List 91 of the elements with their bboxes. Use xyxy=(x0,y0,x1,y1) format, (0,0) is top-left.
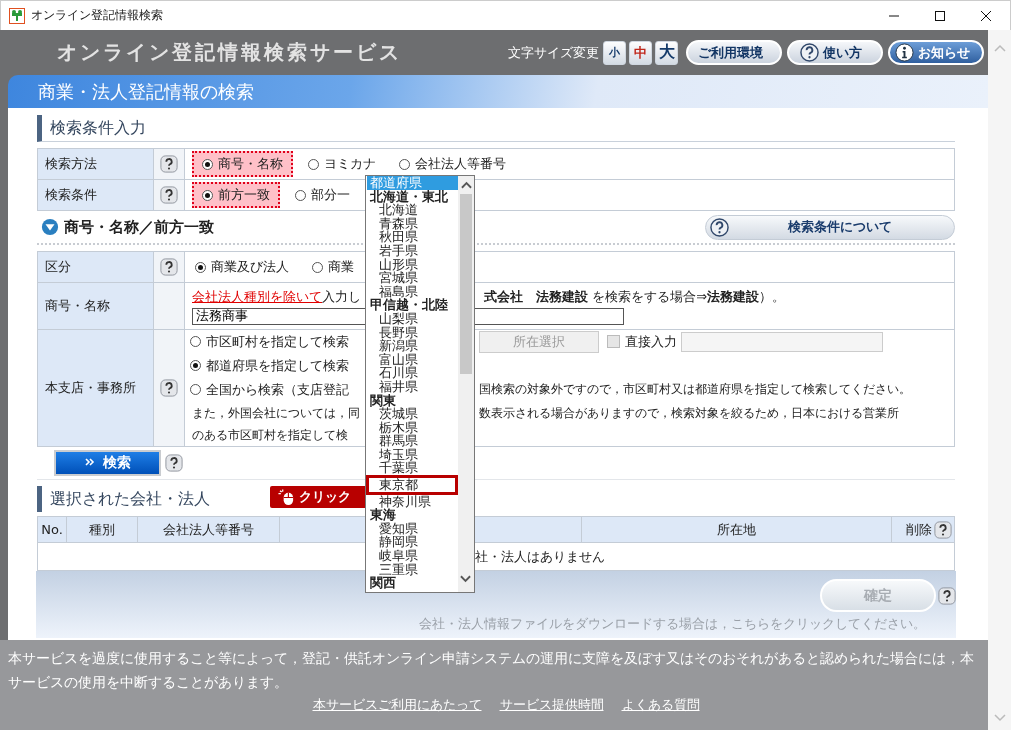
help-icon[interactable] xyxy=(165,454,183,472)
row-label: 区分 xyxy=(38,252,154,282)
radio-option[interactable]: 商業 xyxy=(309,256,362,278)
maximize-icon[interactable] xyxy=(934,9,946,22)
dropdown-option[interactable]: 静岡県 xyxy=(367,535,458,550)
dropdown-option[interactable]: 千葉県 xyxy=(367,461,458,476)
hint-link[interactable]: 会社法人種別を除いて xyxy=(192,287,322,306)
help-icon xyxy=(800,43,819,62)
dropdown-scrollbar[interactable] xyxy=(458,176,474,592)
page-title: 商業・法人登記情報の検索 xyxy=(38,79,254,104)
nav-button[interactable]: ご利用環境 xyxy=(686,40,782,65)
subsection-title: 商号・名称／前方一致 xyxy=(64,217,214,237)
radio-option[interactable]: 市区町村を指定して検索 xyxy=(187,330,357,353)
dropdown-option[interactable]: 神奈川県 xyxy=(367,494,458,509)
scrollbar-thumb[interactable] xyxy=(460,194,472,374)
dropdown-option[interactable]: 群馬県 xyxy=(367,434,458,448)
note-text: また，外国会社については，同 xyxy=(192,404,360,422)
dropdown-option[interactable]: 山形県 xyxy=(367,257,458,272)
font-size-button[interactable]: 中 xyxy=(629,40,652,65)
dropdown-option[interactable]: 北海道 xyxy=(367,203,458,217)
dropdown-option[interactable]: 長野県 xyxy=(367,325,458,340)
radio-option[interactable]: 会社法人等番号 xyxy=(396,153,514,175)
dropdown-option[interactable]: 福島県 xyxy=(367,284,458,299)
help-icon[interactable] xyxy=(160,379,178,397)
row-label: 商号・名称 xyxy=(38,283,154,329)
help-icon[interactable] xyxy=(160,258,178,276)
note-text: のある市区町村を指定して検 xyxy=(192,426,348,444)
row-label: 検索条件 xyxy=(38,180,154,210)
dropdown-group-label: 関東 xyxy=(369,393,396,408)
dropdown-option[interactable]: 山梨県 xyxy=(367,311,458,326)
help-icon[interactable] xyxy=(160,186,178,204)
dropdown-option[interactable]: 岐阜県 xyxy=(367,549,458,563)
column-header: 会社法人等番号 xyxy=(138,517,280,542)
empty-message: 社・法人はありません xyxy=(475,547,605,566)
hint-text: 式会社 法務建設 を検索をする場合⇒法務建設）。 xyxy=(484,287,786,306)
column-header: 種別 xyxy=(67,517,138,542)
row-label: 検索方法 xyxy=(38,149,154,179)
service-title: オンライン登記情報検索サービス xyxy=(57,39,402,66)
help-icon[interactable] xyxy=(938,586,956,605)
font-size-button[interactable]: 小 xyxy=(603,40,626,65)
window-title: オンライン登記情報検索 xyxy=(31,7,163,24)
row-label: 本支店・事務所 xyxy=(38,330,154,446)
dropdown-option[interactable]: 東京都 xyxy=(366,475,458,495)
help-icon[interactable] xyxy=(934,520,952,539)
dropdown-group-label: 北海道・東北 xyxy=(369,189,449,204)
dropdown-group-label: 東海 xyxy=(369,508,397,522)
dropdown-group-label: 関西 xyxy=(369,576,397,590)
column-header: 所在地 xyxy=(582,517,892,542)
radio-option[interactable]: ヨミカナ xyxy=(305,153,384,175)
dropdown-option[interactable]: 茨城県 xyxy=(367,407,458,421)
nav-button[interactable]: 使い方 xyxy=(787,40,883,65)
search-button[interactable]: 検索 xyxy=(54,450,161,476)
conditions-help-button[interactable]: 検索条件について xyxy=(705,214,955,240)
dropdown-option[interactable]: 石川県 xyxy=(367,366,458,380)
font-size-button[interactable]: 大 xyxy=(655,40,678,65)
help-icon xyxy=(710,217,729,237)
scroll-up-icon[interactable] xyxy=(460,181,472,189)
note-text: 数表示される場合がありますので，検索対象を絞るため，日本における営業所 xyxy=(479,404,899,422)
nav-button[interactable]: お知らせ xyxy=(888,40,984,65)
info-icon xyxy=(894,43,914,62)
hint-text: 入力し xyxy=(322,287,361,306)
section-heading: 検索条件入力 xyxy=(37,115,955,142)
radio-option[interactable]: 都道府県を指定して検索 xyxy=(187,354,357,377)
direct-input-field[interactable] xyxy=(681,331,883,352)
dropdown-option[interactable]: 愛知県 xyxy=(367,521,458,536)
dropdown-option[interactable]: 宮城県 xyxy=(367,271,458,285)
dropdown-option[interactable]: 岩手県 xyxy=(367,243,458,258)
dropdown-option[interactable]: 栃木県 xyxy=(367,420,458,435)
double-chevron-icon xyxy=(84,457,95,467)
column-header: No. xyxy=(38,517,67,542)
dropdown-option[interactable]: 福井県 xyxy=(367,379,458,394)
dropdown-option[interactable]: 秋田県 xyxy=(367,230,458,244)
close-icon[interactable] xyxy=(980,9,992,22)
app-icon xyxy=(9,7,25,24)
radio-option[interactable]: 部分一 xyxy=(292,184,358,206)
dropdown-option[interactable]: 新潟県 xyxy=(367,339,458,353)
note-text: 国検索の対象外ですので，市区町村又は都道府県を指定して検索してください。 xyxy=(479,381,911,399)
usage-notice: 本サービスを過度に使用すること等によって，登記・供託オンライン申請システムの運用に支障を及ぼす又はそのおそれがあると認められた場合には，本サービスの使用を中断することがあります。 xyxy=(8,649,975,692)
radio-option[interactable]: 全国から検索（支店登記 xyxy=(187,378,357,401)
dropdown-option[interactable]: 青森県 xyxy=(367,216,458,231)
radio-option[interactable]: 商号・名称 xyxy=(192,151,293,177)
dropdown-option[interactable]: 三重県 xyxy=(367,562,458,577)
font-size-label: 文字サイズ変更 xyxy=(508,43,599,62)
callout-label: クリック xyxy=(299,488,351,506)
radio-option[interactable]: 前方一致 xyxy=(192,182,280,208)
dropdown-option[interactable]: 埼玉県 xyxy=(367,447,458,462)
dropdown-option[interactable]: 富山県 xyxy=(367,352,458,367)
help-icon[interactable] xyxy=(160,155,178,173)
scroll-down-icon[interactable] xyxy=(460,575,471,583)
radio-option[interactable]: 商業及び法人 xyxy=(192,256,297,278)
column-header: 削除 xyxy=(892,517,954,542)
